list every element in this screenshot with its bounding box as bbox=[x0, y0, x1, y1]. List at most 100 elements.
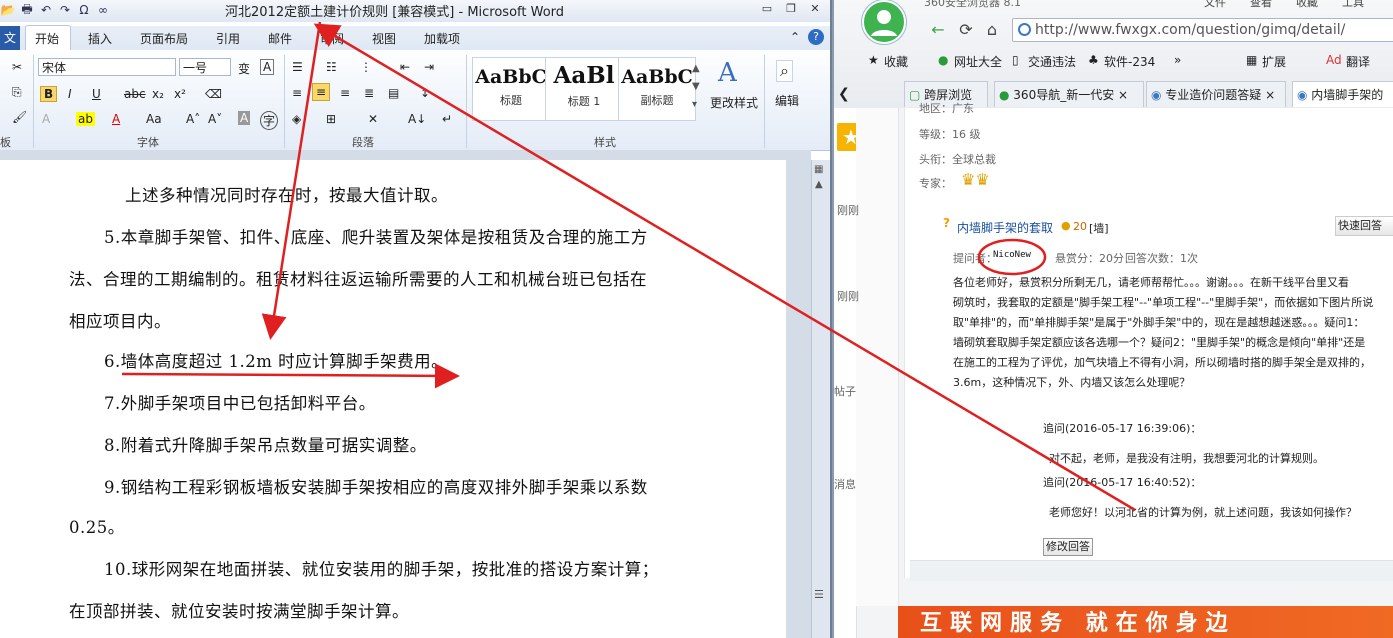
line-spacing-icon[interactable]: ↕ bbox=[420, 86, 430, 100]
tab-scroll-left-icon[interactable]: ❮ bbox=[834, 81, 856, 107]
style-subtitle[interactable]: AaBbC 副标题 bbox=[618, 57, 696, 121]
symbol-icon[interactable]: Ω bbox=[76, 3, 92, 17]
font-name-select[interactable]: 宋体 bbox=[38, 58, 176, 76]
tab-mailings[interactable]: 邮件 bbox=[268, 30, 292, 47]
subscript-button[interactable]: x₂ bbox=[152, 87, 164, 101]
bookmark-traffic[interactable]: 交通违法 bbox=[1028, 53, 1076, 70]
phonetic-icon[interactable]: 变 bbox=[238, 60, 250, 77]
file-tab[interactable]: 文 bbox=[0, 26, 20, 50]
clear-format-icon[interactable]: ⌫ bbox=[205, 87, 222, 101]
align-left-icon[interactable]: ≡ bbox=[292, 86, 302, 100]
question-title[interactable]: 内墙脚手架的套取 bbox=[957, 219, 1053, 236]
increase-indent-icon[interactable]: ⇥ bbox=[424, 60, 434, 74]
user-avatar[interactable] bbox=[862, 0, 906, 44]
refresh-icon[interactable]: ⟳ bbox=[954, 18, 978, 42]
edit-answer-button[interactable]: 修改回答 bbox=[1043, 538, 1093, 556]
open-icon[interactable]: 📂 bbox=[0, 3, 16, 17]
strikethrough-button[interactable]: abc bbox=[124, 87, 146, 101]
shading-icon[interactable]: ◈ bbox=[292, 112, 301, 126]
change-styles-button[interactable]: 更改样式 bbox=[710, 94, 758, 111]
group-separator bbox=[284, 55, 285, 148]
followup-time: 追问(2016-05-17 16:39:06)： bbox=[1043, 422, 1202, 435]
decrease-indent-icon[interactable]: ⇤ bbox=[400, 60, 410, 74]
text-effects-icon[interactable]: A bbox=[42, 112, 50, 126]
change-styles-icon[interactable]: A bbox=[718, 58, 737, 88]
char-shading-icon[interactable]: A bbox=[238, 111, 251, 125]
document-page[interactable]: 上述多种情况同时存在时，按最大值计取。 5.本章脚手架管、扣件、底座、爬升装置及… bbox=[0, 160, 786, 638]
align-right-icon[interactable]: ≡ bbox=[340, 86, 350, 100]
promo-banner[interactable]: 互联网服务 就在你身边 bbox=[898, 606, 1393, 638]
show-marks-icon[interactable]: ↵ bbox=[442, 112, 452, 126]
underline-button[interactable]: U bbox=[92, 87, 101, 101]
bold-button[interactable]: B bbox=[40, 86, 58, 102]
bookmark-sites[interactable]: 网址大全 bbox=[954, 53, 1002, 70]
grow-font-icon[interactable]: A˄ bbox=[186, 112, 200, 126]
browser-tab-360nav[interactable]: ● 360导航_新一代安 × bbox=[994, 81, 1144, 107]
distributed-icon[interactable]: ▤ bbox=[388, 86, 399, 100]
bookmark-favorites[interactable]: 收藏 bbox=[884, 53, 908, 70]
menu-tools[interactable]: 工具 bbox=[1342, 0, 1364, 10]
italic-button[interactable]: I bbox=[68, 87, 72, 101]
font-size-select[interactable]: 一号 bbox=[179, 58, 231, 76]
restore-icon[interactable]: ❐ bbox=[782, 2, 800, 16]
style-title[interactable]: AaBbC 标题 bbox=[472, 57, 550, 121]
redo-icon[interactable]: ↷ bbox=[57, 3, 73, 17]
enclose-char-icon[interactable]: 字 bbox=[260, 111, 279, 130]
home-icon[interactable]: ⌂ bbox=[980, 18, 1004, 42]
more-bookmarks-icon[interactable]: » bbox=[1174, 53, 1181, 67]
extensions-button[interactable]: 扩展 bbox=[1262, 53, 1286, 70]
tab-view[interactable]: 视图 bbox=[372, 30, 396, 47]
tab-page-layout[interactable]: 页面布局 bbox=[140, 30, 188, 47]
bookmark-software[interactable]: 软件-234 bbox=[1104, 53, 1155, 70]
superscript-button[interactable]: x² bbox=[174, 87, 186, 101]
vertical-scrollbar[interactable]: ▦ ▲ ☰ bbox=[811, 160, 830, 638]
char-border-icon[interactable]: A bbox=[260, 59, 275, 75]
print-icon[interactable]: 🖶 bbox=[19, 0, 35, 21]
highlight-icon[interactable]: ab bbox=[76, 112, 95, 126]
styles-scroll-icon[interactable]: ▲ ▼ ▾ bbox=[692, 60, 700, 114]
scroll-up-icon[interactable]: ▲ bbox=[815, 179, 827, 190]
copy-icon[interactable]: ⎘ bbox=[12, 85, 22, 100]
bookmark-star-icon[interactable]: ★ bbox=[868, 53, 879, 67]
help-icon[interactable]: ? bbox=[808, 29, 824, 45]
menu-file[interactable]: 文件 bbox=[1204, 0, 1226, 10]
borders-icon[interactable]: ⊞ bbox=[326, 112, 336, 126]
menu-favorites[interactable]: 收藏 bbox=[1296, 0, 1318, 10]
browser-tab-active[interactable]: ◉ 内墙脚手架的 bbox=[1292, 81, 1393, 107]
change-case-icon[interactable]: Aa bbox=[146, 112, 162, 126]
minimize-icon[interactable]: ▭ bbox=[758, 2, 776, 16]
translate-button[interactable]: 翻译 bbox=[1346, 53, 1370, 70]
close-icon[interactable]: ✕ bbox=[806, 2, 824, 16]
tab-addins[interactable]: 加载项 bbox=[424, 30, 460, 47]
back-icon[interactable]: ← bbox=[926, 18, 950, 42]
panel-footer bbox=[910, 560, 1393, 581]
font-color-icon[interactable]: A bbox=[112, 112, 120, 126]
multilevel-list-icon[interactable]: ⋮ bbox=[360, 60, 372, 74]
asker-name[interactable]: NicoNew bbox=[993, 250, 1031, 260]
align-center-icon[interactable]: ≡ bbox=[312, 83, 331, 101]
sort-icon[interactable]: A↓ bbox=[408, 112, 426, 126]
browser-tab-qa[interactable]: ◉ 专业造价问题答疑 × bbox=[1146, 81, 1286, 107]
format-painter-icon[interactable]: 🖌 bbox=[12, 110, 27, 124]
cut-icon[interactable]: ✂ bbox=[12, 60, 22, 74]
tab-references[interactable]: 引用 bbox=[216, 30, 240, 47]
address-bar[interactable]: http://www.fwxgx.com/question/gimq/detai… bbox=[1012, 18, 1393, 42]
split-icon[interactable]: ☰ bbox=[814, 588, 824, 601]
editing-button[interactable]: 编辑 bbox=[775, 92, 799, 109]
find-icon[interactable]: ⌕ bbox=[776, 60, 793, 82]
justify-icon[interactable]: ≣ bbox=[364, 86, 374, 100]
equation-icon[interactable]: ∞ bbox=[95, 3, 111, 17]
shrink-font-icon[interactable]: A˅ bbox=[208, 112, 222, 126]
ruler-toggle-icon[interactable]: ▦ bbox=[814, 164, 828, 175]
tab-review[interactable]: 审阅 bbox=[320, 30, 344, 47]
numbering-icon[interactable]: ☷ bbox=[326, 60, 337, 74]
undo-icon[interactable]: ↶ bbox=[38, 3, 54, 17]
tab-insert[interactable]: 插入 bbox=[88, 30, 112, 47]
ribbon-collapse-icon[interactable]: ⌃ bbox=[790, 30, 800, 44]
bullets-icon[interactable]: ☰ bbox=[292, 60, 303, 74]
tab-home[interactable]: 开始 bbox=[35, 30, 59, 47]
style-heading1[interactable]: AaBl 标题 1 bbox=[545, 57, 623, 121]
menu-view[interactable]: 查看 bbox=[1250, 0, 1272, 10]
quick-answer-button[interactable]: 快速回答 bbox=[1335, 216, 1393, 236]
chinese-layout-icon[interactable]: ✕ bbox=[368, 112, 378, 126]
